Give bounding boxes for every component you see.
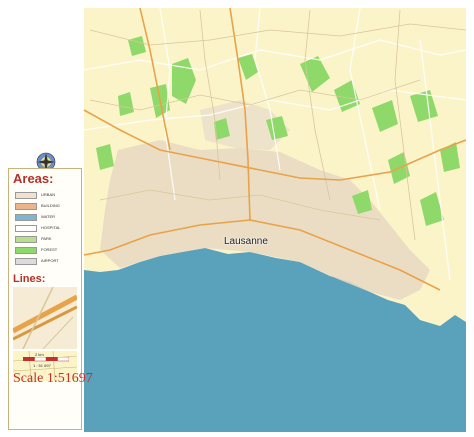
map-legend: Areas: URBAN BUILDING WATER HOSPITAL PARK FOR… <box>8 168 93 430</box>
legend-swatch <box>15 214 37 221</box>
legend-lines-title: Lines: <box>13 273 46 285</box>
legend-row-building: BUILDING <box>15 202 79 211</box>
legend-swatch <box>15 236 37 243</box>
legend-label: BUILDING <box>41 203 60 208</box>
legend-row-hospital: HOSPITAL <box>15 224 79 233</box>
legend-row-forest: FOREST <box>15 246 79 255</box>
scalebar <box>23 357 69 362</box>
legend-swatch <box>15 258 37 265</box>
legend-areas-title: Areas: <box>13 171 54 186</box>
city-label-lausanne: Lausanne <box>224 236 268 247</box>
legend-swatch <box>15 225 37 232</box>
legend-row-park: PARK <box>15 235 79 244</box>
legend-swatch <box>15 247 37 254</box>
legend-label: AIRPORT <box>41 258 59 263</box>
legend-label: PARK <box>41 236 52 241</box>
legend-label: HOSPITAL <box>41 225 61 230</box>
legend-row-water: WATER <box>15 213 79 222</box>
scalebar-ratio: 1 : 51 697 <box>33 363 51 368</box>
legend-swatch <box>15 192 37 199</box>
legend-label: URBAN <box>41 192 56 197</box>
scale-text: Scale 1:51697 <box>13 371 93 386</box>
legend-row-airport: AIRPORT <box>15 257 79 266</box>
legend-label: FOREST <box>41 247 58 252</box>
legend-label: WATER <box>41 214 55 219</box>
legend-swatch <box>15 203 37 210</box>
legend-row-urban: URBAN <box>15 191 79 200</box>
legend-lines-sample <box>13 287 77 349</box>
